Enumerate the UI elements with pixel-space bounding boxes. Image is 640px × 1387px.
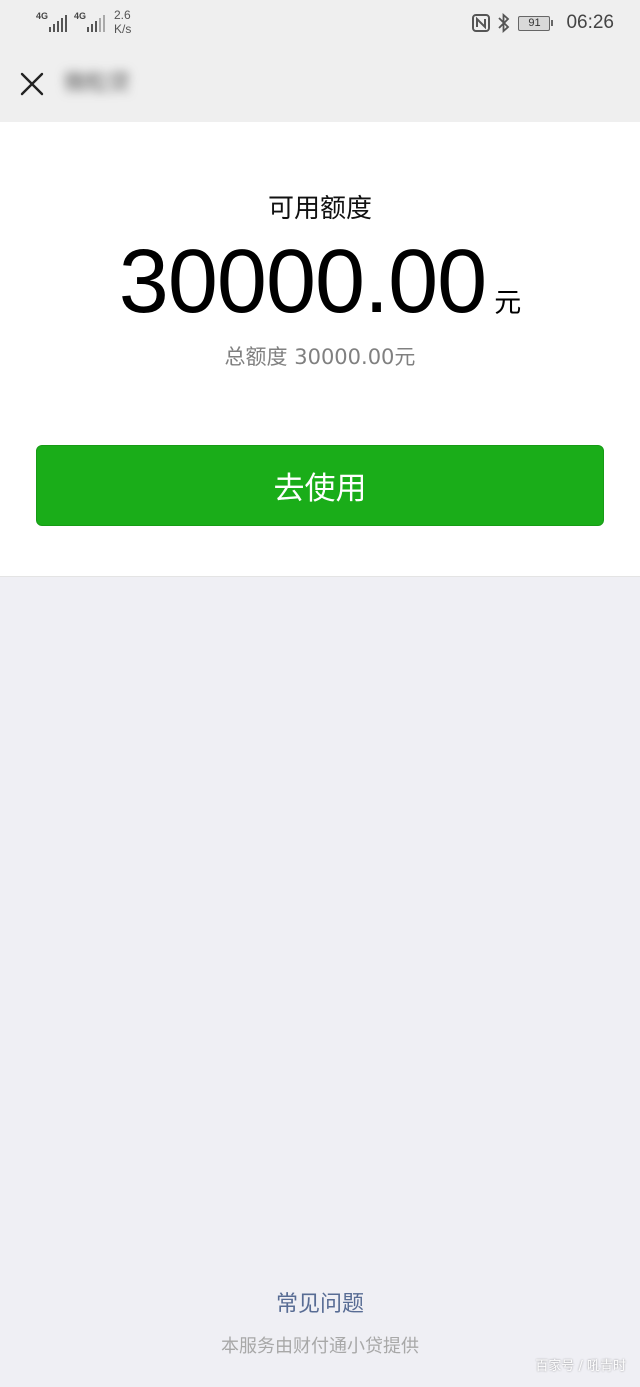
battery-indicator: 91 [518, 15, 554, 31]
signal-strength-1: 4G [36, 12, 68, 32]
available-credit-amount-row: 30000.00 元 [0, 232, 640, 332]
network-speed-value: 2.6 [114, 8, 131, 22]
status-bar: 4G 4G 2.6 K/s 91 06:26 [0, 0, 640, 46]
currency-unit: 元 [494, 288, 522, 319]
signal-bars-icon [49, 15, 67, 32]
available-credit-label: 可用额度 [267, 194, 372, 224]
provider-text: 本服务由财付通小贷提供 [221, 1336, 419, 1357]
credit-card: 可用额度 30000.00 元 总额度 30000.00元 去使用 [0, 122, 640, 577]
page-title: 微粒贷 [64, 71, 131, 96]
nfc-icon [472, 14, 491, 32]
total-credit-text: 总额度 30000.00元 [224, 345, 416, 369]
network-type-1: 4G [36, 11, 49, 21]
close-icon [20, 72, 44, 96]
network-type-2: 4G [74, 11, 87, 21]
status-right-group: 91 06:26 [472, 12, 614, 34]
signal-strength-2: 4G [74, 12, 106, 32]
watermark: 百家号 / 吼青时 [535, 1359, 626, 1374]
bluetooth-icon [498, 13, 510, 33]
network-speed-unit: K/s [114, 22, 132, 36]
available-credit-amount: 30000.00 [118, 232, 487, 332]
battery-level: 91 [528, 17, 541, 29]
use-button[interactable]: 去使用 [36, 445, 604, 526]
network-speed: 2.6 K/s [114, 8, 131, 36]
signal-bars-icon [87, 15, 105, 32]
nav-bar: 微粒贷 [0, 46, 640, 122]
status-time: 06:26 [566, 12, 614, 33]
close-button[interactable] [14, 66, 50, 102]
faq-link[interactable]: 常见问题 [0, 1290, 640, 1320]
